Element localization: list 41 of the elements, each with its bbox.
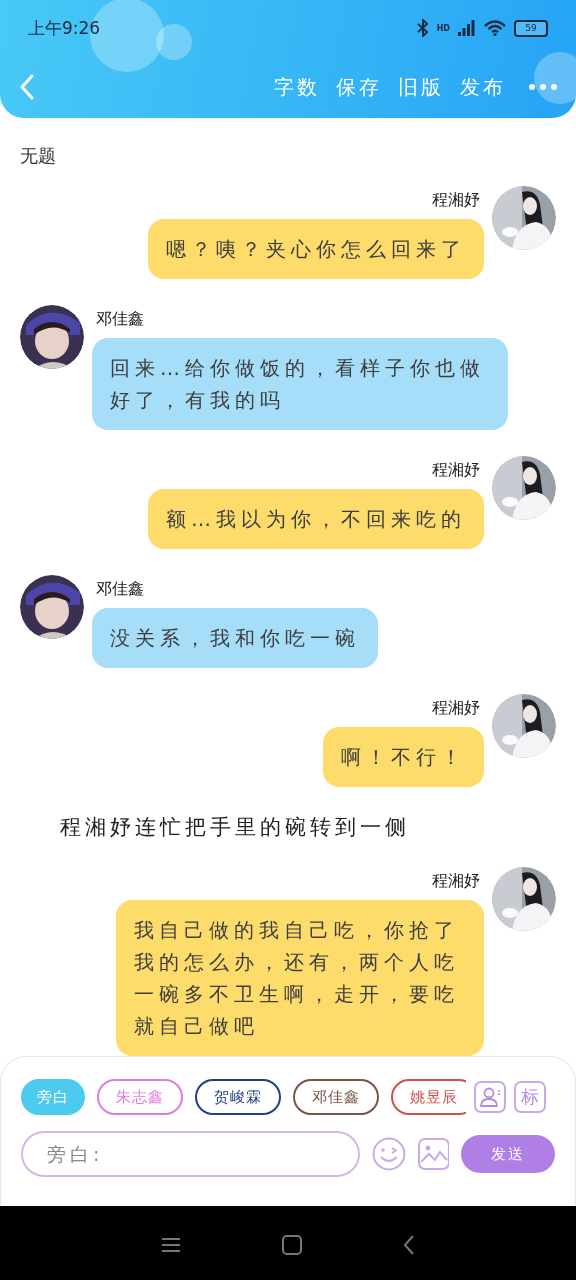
bubble-decoration: [534, 52, 576, 104]
narration-text: 程湘妤连忙把手里的碗转到一侧: [59, 814, 411, 841]
home-icon[interactable]: [282, 1235, 302, 1255]
role-chip[interactable]: 姚昱辰: [391, 1079, 466, 1115]
message-bubble: 额…我以为你，不回来吃的: [148, 489, 484, 549]
menu-icon[interactable]: [160, 1237, 181, 1253]
signal-icon: [458, 20, 476, 36]
message-bubble: 嗯？咦？夹心你怎么回来了: [148, 219, 484, 279]
message-bubble: 回来…给你做饭的，看样子你也做好了，有我的吗: [92, 338, 508, 430]
back-icon[interactable]: [403, 1235, 416, 1255]
send-button[interactable]: 发送: [461, 1135, 555, 1173]
tag-button[interactable]: 标: [514, 1081, 546, 1113]
battery-icon: 59: [514, 19, 548, 37]
wifi-icon: [484, 20, 506, 36]
speaker-name: 程湘妤: [432, 698, 480, 719]
message-input[interactable]: 旁白:: [21, 1131, 360, 1177]
story-title: 无题: [19, 144, 57, 168]
emoji-icon[interactable]: [371, 1137, 406, 1171]
toolbar-action[interactable]: 保存: [328, 73, 390, 101]
message-bubble: 我自己做的我自己吃，你抢了我的怎么办，还有，两个人吃一碗多不卫生啊，走开，要吃就自己做吧: [116, 900, 484, 1056]
speaker-name: 程湘妤: [432, 460, 480, 481]
person-card-icon: [479, 1086, 501, 1108]
toolbar-action[interactable]: 旧版: [390, 73, 452, 101]
status-time: 上午9:26: [28, 16, 101, 40]
role-chip[interactable]: 朱志鑫: [97, 1079, 183, 1115]
more-icon[interactable]: [528, 83, 558, 91]
speaker-name: 邓佳鑫: [96, 309, 144, 330]
role-chip[interactable]: 贺峻霖: [195, 1079, 281, 1115]
speaker-name: 程湘妤: [432, 871, 480, 892]
speaker-name: 邓佳鑫: [96, 579, 144, 600]
image-icon[interactable]: [417, 1138, 450, 1170]
message-bubble: 没关系，我和你吃一碗: [92, 608, 378, 668]
role-chip[interactable]: 邓佳鑫: [293, 1079, 379, 1115]
toolbar-action[interactable]: 字数: [266, 73, 328, 101]
toolbar-action[interactable]: 发布: [452, 73, 514, 101]
signal-label: HD: [436, 23, 450, 33]
role-chip[interactable]: 旁白: [21, 1079, 85, 1115]
speaker-name: 程湘妤: [432, 190, 480, 211]
bluetooth-icon: [416, 19, 429, 37]
role-button[interactable]: [474, 1081, 506, 1113]
message-bubble: 啊！不行！: [323, 727, 484, 787]
